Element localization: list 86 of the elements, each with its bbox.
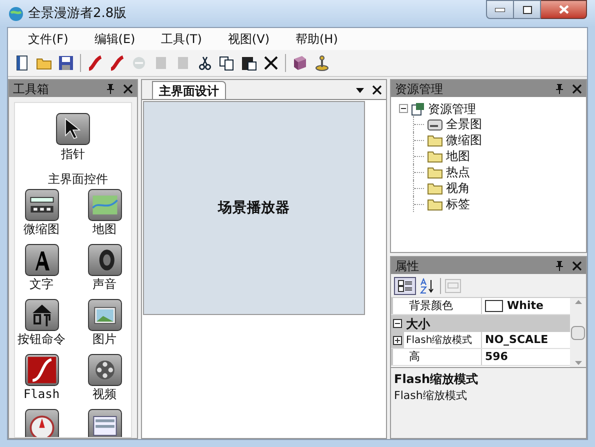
thumbnail-tool-icon [24,189,58,221]
property-value[interactable]: NO_SCALE [485,332,548,348]
pin-icon[interactable] [106,83,115,94]
resource-icon [411,102,425,116]
pointer-tool-icon [56,113,90,145]
tree-item[interactable]: 资源管理 [428,100,476,118]
tree-item[interactable]: 热点 [446,163,470,181]
tree-item[interactable]: 全景图 [446,115,482,133]
paste-icon[interactable] [241,55,257,71]
expand-icon[interactable] [393,336,402,344]
color-swatch [485,300,503,312]
canvas-label: 场景播放器 [218,198,290,218]
folder-icon [427,134,443,146]
scroll-thumb[interactable] [571,326,585,340]
maximize-icon [522,6,532,14]
toolbox-item[interactable]: Flash [15,354,68,409]
toolbox-item[interactable]: 图片 [78,299,131,354]
menu-item[interactable]: 帮助(H) [296,30,338,48]
close-icon[interactable] [123,84,133,94]
toolbox-item[interactable]: 微缩图 [15,189,68,244]
image-tool-icon [88,299,122,331]
flash-icon[interactable] [109,55,125,71]
folder-icon [427,182,443,194]
panel-title: 工具箱 [13,82,50,94]
close-icon[interactable] [572,260,582,270]
scissors-icon[interactable] [197,55,213,71]
toolbox-item[interactable]: 声音 [78,244,131,299]
maximize-button[interactable] [514,0,541,19]
video-tool-icon [88,354,122,386]
tree-item[interactable]: 标签 [446,195,470,213]
new-file-icon[interactable] [14,55,30,71]
close-icon [558,5,568,14]
drive-icon [427,118,443,130]
menu-item[interactable]: 工具(T) [161,30,202,48]
close-button[interactable] [541,0,587,19]
close-icon[interactable] [572,84,582,94]
folder-icon [427,150,443,162]
property-name: Flash缩放模式 [404,332,481,348]
save-icon[interactable] [58,55,74,71]
copy-icon[interactable] [219,55,235,71]
collapse-icon[interactable] [399,104,408,113]
section-label: 主界面控件 [48,171,108,188]
property-value[interactable]: White [507,298,544,314]
menu-item[interactable]: 编辑(E) [94,30,136,48]
property-category[interactable]: 大小 [391,315,570,332]
property-value[interactable]: 596 [485,348,508,366]
text-tool-icon [24,244,58,276]
toolbox-item[interactable]: 地图 [78,189,131,244]
panel-title: 资源管理 [395,82,444,94]
panel-title: 属性 [395,260,420,272]
toolbox-item[interactable]: 文字 [15,244,68,299]
description-title: Flash缩放模式 [394,371,480,388]
category-name: 大小 [406,316,430,332]
menu-item[interactable]: 视图(V) [228,30,270,48]
scrollbar[interactable] [570,298,586,367]
flash-tool-icon [24,354,58,386]
categorized-button[interactable] [394,276,416,294]
menu-item[interactable]: 文件(F) [28,30,68,48]
joystick-icon[interactable] [314,55,330,71]
collapse-icon[interactable] [393,319,402,328]
pin-icon[interactable] [555,83,564,94]
toolbox-item[interactable]: 视频 [78,354,131,409]
document-tab[interactable]: 主界面设计 [152,81,226,99]
dropdown-icon[interactable] [356,88,364,92]
minimize-button[interactable] [486,0,514,19]
folder-icon [427,198,443,210]
pointer-tool[interactable]: 指针 [56,113,90,163]
window-title: 全景漫游者2.8版 [28,4,128,23]
sort-alpha-icon[interactable] [420,278,436,294]
app-icon [8,6,24,22]
delete-icon[interactable] [263,55,279,71]
map-tool-icon [88,189,122,221]
tree-item[interactable]: 微缩图 [446,131,482,149]
property-name: 高 [393,349,481,365]
tree-item[interactable]: 地图 [446,147,470,165]
description-text: Flash缩放模式 [394,388,468,404]
property-name: 背景颜色 [393,298,481,314]
pin-icon[interactable] [555,260,564,271]
minimize-icon [495,8,505,12]
categorized-icon [398,280,412,292]
close-icon[interactable] [372,85,382,95]
list-tool-icon [88,409,122,437]
toolbox-item[interactable]: 按钮命令 [15,299,68,354]
tree-item[interactable]: 视角 [446,179,470,197]
folder-icon [427,166,443,178]
flash-icon[interactable] [87,55,103,71]
